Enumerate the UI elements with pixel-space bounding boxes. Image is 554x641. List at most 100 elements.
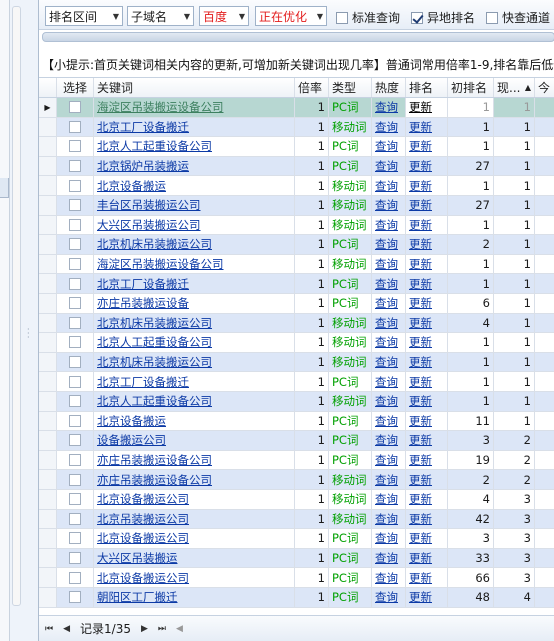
keyword-cell[interactable]: 北京机床吊装搬运公司 <box>94 313 295 333</box>
query-link[interactable]: 查询 <box>375 354 398 370</box>
rank-cell[interactable]: 更新 <box>406 117 448 137</box>
rank-cell[interactable]: 更新 <box>406 372 448 391</box>
keyword-link[interactable]: 朝阳区工厂搬迁 <box>97 589 178 605</box>
rank-cell[interactable]: 更新 <box>406 392 448 411</box>
rank-cell[interactable]: 更新 <box>406 313 448 333</box>
column-header-initial-rank[interactable]: 初排名 <box>448 78 494 97</box>
row-checkbox[interactable] <box>69 454 81 467</box>
rank-area-select[interactable]: 排名区间 ▼ <box>45 6 123 26</box>
row-select-cell[interactable] <box>57 117 94 137</box>
keyword-link[interactable]: 北京设备搬运公司 <box>97 530 189 546</box>
row-select-cell[interactable] <box>57 411 94 431</box>
row-checkbox[interactable] <box>69 258 81 271</box>
keyword-cell[interactable]: 北京人工起重设备公司 <box>94 392 295 411</box>
row-checkbox[interactable] <box>69 297 81 310</box>
table-row[interactable]: 北京工厂设备搬迁 1 PC词 查询 更新 1 1 <box>39 372 554 392</box>
rank-cell[interactable]: 更新 <box>406 235 448 254</box>
keyword-cell[interactable]: 亦庄吊装搬运设备公司 <box>94 470 295 489</box>
row-checkbox[interactable] <box>69 336 81 349</box>
table-row[interactable]: ▶ 海淀区吊装搬运设备公司 1 PC词 查询 更新 1 1 <box>39 98 554 118</box>
prev-record-button[interactable]: ◀ <box>63 624 70 634</box>
rank-cell[interactable]: 更新 <box>406 274 448 293</box>
row-checkbox[interactable] <box>69 434 81 447</box>
keyword-link[interactable]: 大兴区吊装搬运公司 <box>97 217 201 233</box>
keyword-cell[interactable]: 北京设备搬运公司 <box>94 490 295 509</box>
rank-cell[interactable]: 更新 <box>406 490 448 509</box>
keyword-link[interactable]: 设备搬运公司 <box>97 432 166 448</box>
query-link[interactable]: 查询 <box>375 472 398 488</box>
query-link[interactable]: 查询 <box>375 276 398 292</box>
row-checkbox[interactable] <box>69 238 81 251</box>
row-select-cell[interactable] <box>57 235 94 254</box>
table-row[interactable]: 亦庄吊装搬运设备公司 1 移动词 查询 更新 2 2 <box>39 470 554 490</box>
query-link[interactable]: 查询 <box>375 197 398 213</box>
column-header-current-rank[interactable]: 现... ▲ <box>494 78 535 97</box>
rank-cell[interactable]: 更新 <box>406 294 448 313</box>
keyword-cell[interactable]: 北京吊装搬运公司 <box>94 509 295 529</box>
update-link[interactable]: 更新 <box>409 354 432 370</box>
heat-cell[interactable]: 查询 <box>372 254 406 274</box>
row-select-cell[interactable] <box>57 254 94 274</box>
rank-cell[interactable]: 更新 <box>406 156 448 176</box>
query-link[interactable]: 查询 <box>375 295 398 311</box>
keyword-link[interactable]: 北京机床吊装搬运公司 <box>97 354 212 370</box>
table-row[interactable]: 北京人工起重设备公司 1 移动词 查询 更新 1 1 <box>39 333 554 353</box>
keyword-link[interactable]: 北京设备搬运 <box>97 178 166 194</box>
heat-cell[interactable]: 查询 <box>372 411 406 431</box>
row-select-cell[interactable] <box>57 156 94 176</box>
heat-cell[interactable]: 查询 <box>372 568 406 587</box>
update-link[interactable]: 更新 <box>409 236 432 252</box>
keyword-link[interactable]: 北京设备搬运公司 <box>97 491 189 507</box>
horizontal-scrollbar[interactable] <box>42 32 554 42</box>
query-link[interactable]: 查询 <box>375 256 398 272</box>
update-link[interactable]: 更新 <box>409 589 432 605</box>
heat-cell[interactable]: 查询 <box>372 431 406 450</box>
rank-cell[interactable]: 更新 <box>406 176 448 195</box>
update-link[interactable]: 更新 <box>409 119 432 135</box>
update-link[interactable]: 更新 <box>409 511 432 527</box>
keyword-link[interactable]: 北京设备搬运公司 <box>97 570 189 586</box>
rank-cell[interactable]: 更新 <box>406 411 448 431</box>
keyword-cell[interactable]: 北京设备搬运 <box>94 176 295 195</box>
keyword-cell[interactable]: 亦庄吊装搬运设备公司 <box>94 450 295 470</box>
keyword-cell[interactable]: 北京机床吊装搬运公司 <box>94 235 295 254</box>
row-checkbox[interactable] <box>69 179 81 192</box>
update-link[interactable]: 更新 <box>409 217 432 233</box>
heat-cell[interactable]: 查询 <box>372 196 406 215</box>
heat-cell[interactable]: 查询 <box>372 215 406 235</box>
column-header-rank[interactable]: 排名 <box>406 78 448 97</box>
update-link[interactable]: 更新 <box>409 256 432 272</box>
heat-cell[interactable]: 查询 <box>372 274 406 293</box>
keyword-link[interactable]: 北京人工起重设备公司 <box>97 138 212 154</box>
row-select-cell[interactable] <box>57 333 94 352</box>
update-link[interactable]: 更新 <box>409 530 432 546</box>
table-row[interactable]: 北京工厂设备搬迁 1 移动词 查询 更新 1 1 <box>39 117 554 138</box>
rank-cell[interactable]: 更新 <box>406 215 448 235</box>
column-header-heat[interactable]: 热度 <box>372 78 406 97</box>
row-checkbox[interactable] <box>69 591 81 604</box>
update-link[interactable]: 更新 <box>409 178 432 194</box>
left-panel-tab[interactable] <box>0 178 9 198</box>
row-checkbox[interactable] <box>69 493 81 506</box>
table-row[interactable]: 设备搬运公司 1 PC词 查询 更新 3 2 <box>39 431 554 451</box>
row-select-cell[interactable] <box>57 137 94 156</box>
keyword-cell[interactable]: 丰台区吊装搬运公司 <box>94 196 295 215</box>
row-checkbox[interactable] <box>69 375 81 388</box>
row-checkbox[interactable] <box>69 414 81 427</box>
keyword-cell[interactable]: 北京工厂设备搬迁 <box>94 372 295 391</box>
update-link[interactable]: 更新 <box>409 315 432 331</box>
heat-cell[interactable]: 查询 <box>372 470 406 489</box>
table-row[interactable]: 北京机床吊装搬运公司 1 移动词 查询 更新 1 1 <box>39 352 554 373</box>
row-select-cell[interactable] <box>57 352 94 372</box>
keyword-cell[interactable]: 北京机床吊装搬运公司 <box>94 352 295 372</box>
keyword-cell[interactable]: 朝阳区工厂搬迁 <box>94 588 295 607</box>
keyword-cell[interactable]: 北京工厂设备搬迁 <box>94 117 295 137</box>
row-select-cell[interactable] <box>57 313 94 333</box>
table-row[interactable]: 丰台区吊装搬运公司 1 移动词 查询 更新 27 1 <box>39 196 554 216</box>
column-header-type[interactable]: 类型 <box>329 78 372 97</box>
rank-cell[interactable]: 更新 <box>406 254 448 274</box>
row-checkbox[interactable] <box>69 395 81 408</box>
rank-cell[interactable]: 更新 <box>406 529 448 548</box>
heat-cell[interactable]: 查询 <box>372 117 406 137</box>
table-row[interactable]: 北京设备搬运 1 PC词 查询 更新 11 1 <box>39 411 554 432</box>
